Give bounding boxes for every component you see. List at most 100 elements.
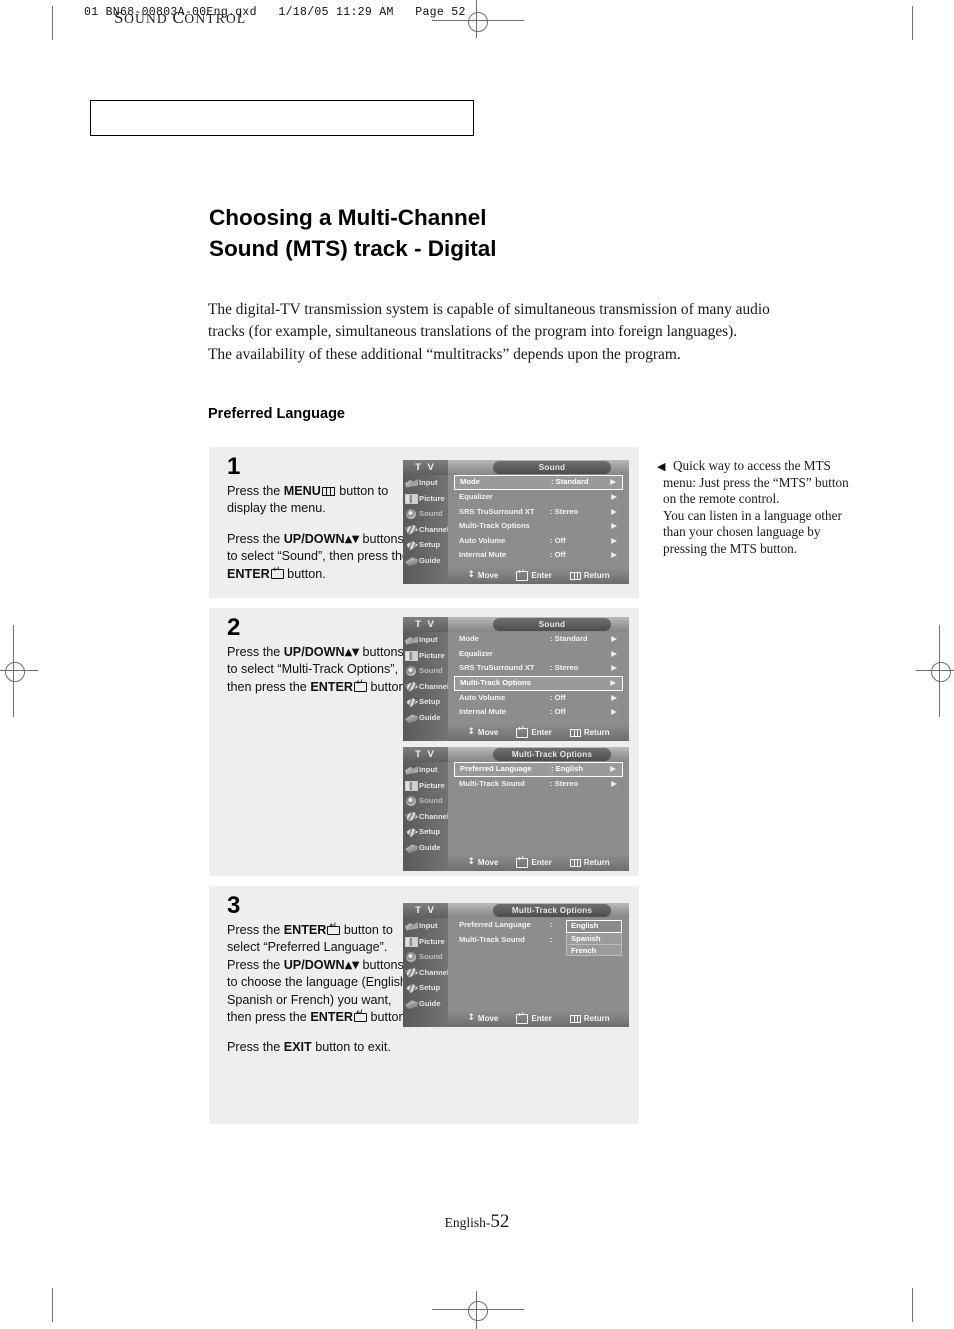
tv-menu-row[interactable]: Internal Mute: Off ▶	[454, 548, 623, 563]
bottom-move: ↕ Move	[467, 728, 498, 738]
picture-icon	[405, 780, 418, 791]
sidebar-item-picture[interactable]: Picture	[403, 648, 448, 664]
updown-button-label: UP/DOWN	[283, 957, 345, 972]
sidebar-label-input: Input	[419, 921, 438, 930]
bottom-enter: Enter	[516, 568, 552, 581]
up-down-arrows-icon: ↕	[467, 1013, 475, 1023]
intro-paragraph: The digital-TV transmission system is ca…	[208, 299, 808, 366]
sidebar-item-input[interactable]: Input	[403, 762, 448, 778]
setup-icon	[405, 983, 418, 993]
row-label: Internal Mute	[459, 707, 507, 716]
row-label: Multi-Track Sound	[459, 934, 525, 944]
tv-menu-row[interactable]: Mode: Standard ▶	[454, 632, 623, 647]
sidebar-item-sound[interactable]: Sound	[403, 663, 448, 679]
sidebar-item-guide[interactable]: Guide	[403, 710, 448, 726]
sidebar-label-sound: Sound	[419, 952, 443, 962]
sidebar-label-guide: Guide	[419, 712, 441, 722]
sidebar-item-sound[interactable]: Sound	[403, 793, 448, 809]
step-2-text-a: Press the	[227, 645, 284, 659]
sidebar-item-guide[interactable]: Guide	[403, 553, 448, 569]
exit-button-label: EXIT	[283, 1040, 312, 1055]
tv-sidebar: Input Picture Sound Channel Setup Guide	[403, 762, 449, 871]
tv-menu-row[interactable]: Multi-Track Options ▶	[454, 519, 623, 534]
tv-menu-row[interactable]: SRS TruSurround XT: Stereo ▶	[454, 661, 623, 676]
up-down-arrows-icon: ↕	[467, 570, 475, 580]
sidebar-item-input[interactable]: Input	[403, 918, 448, 934]
language-dropdown-list[interactable]: English Spanish French	[566, 920, 622, 956]
tv-menu-row[interactable]: Mode: Standard ▶	[454, 475, 623, 490]
tv-menu-sound-mode: T V Sound Input Picture Sound Channel Se…	[403, 460, 629, 584]
tv-menu-row[interactable]: Internal Mute: Off ▶	[454, 705, 623, 720]
picture-icon	[405, 493, 418, 504]
sidebar-item-guide[interactable]: Guide	[403, 840, 448, 856]
chevron-right-icon: ▶	[610, 764, 616, 773]
tv-menu-body: Preferred Language: English ▶ Multi-Track…	[448, 762, 629, 854]
tv-menu-title: Multi-Track Options	[493, 748, 611, 761]
sidebar-item-channel[interactable]: Channel	[403, 965, 449, 981]
tv-menu-row[interactable]: Equalizer ▶	[454, 490, 623, 505]
side-note-line-3: on the remote control.	[663, 491, 780, 507]
tv-menu-row[interactable]: Multi-Track Options ▶	[454, 675, 623, 691]
row-value: : Stereo	[550, 779, 579, 788]
sidebar-item-channel[interactable]: Channel	[403, 809, 449, 825]
sidebar-item-channel[interactable]: Channel	[403, 522, 449, 538]
sidebar-item-channel[interactable]: Channel	[403, 679, 449, 695]
row-label: Multi-Track Sound	[459, 779, 525, 788]
tv-menu-row[interactable]: SRS TruSurround XT: Stereo ▶	[454, 505, 623, 520]
sidebar-label-guide: Guide	[419, 842, 441, 852]
menu-icon	[569, 728, 581, 737]
setup-icon	[405, 697, 418, 707]
tv-menu-row[interactable]: Auto Volume: Off ▶	[454, 534, 623, 549]
language-option-english[interactable]: English	[566, 920, 622, 933]
section-title-ound: OUND	[124, 11, 173, 26]
sidebar-item-sound[interactable]: Sound	[403, 949, 448, 965]
section-title-box	[90, 100, 474, 136]
footer-language-label: English-	[444, 1215, 491, 1230]
tv-menu-multitrack-options: T V Multi-Track Options Input Picture So…	[403, 747, 629, 871]
sidebar-item-setup[interactable]: Setup	[403, 980, 448, 996]
tv-menu-row[interactable]: Multi-Track Sound: Stereo ▶	[454, 777, 623, 792]
sound-icon	[406, 666, 416, 677]
enter-icon	[354, 1009, 367, 1023]
row-label: Equalizer	[459, 648, 493, 658]
tv-menu-row[interactable]: Equalizer ▶	[454, 647, 623, 662]
sidebar-item-setup[interactable]: Setup	[403, 694, 448, 710]
sidebar-item-setup[interactable]: Setup	[403, 537, 448, 553]
step-2-paragraph-1: Press the UP/DOWN▲▼ buttons to select “M…	[227, 644, 417, 696]
sidebar-label-sound: Sound	[419, 796, 443, 806]
tv-bottom-bar: ↕Move Enter Return	[448, 1010, 629, 1027]
tv-logo: T V	[403, 460, 448, 475]
bottom-enter-label: Enter	[531, 728, 552, 737]
sidebar-item-picture[interactable]: Picture	[403, 491, 448, 507]
sidebar-item-input[interactable]: Input	[403, 632, 448, 648]
tv-menu-row[interactable]: Preferred Language: English ▶	[454, 762, 623, 777]
chevron-right-icon: ▶	[611, 634, 617, 643]
step-number-2: 2	[227, 614, 241, 641]
sidebar-item-picture[interactable]: Picture	[403, 934, 448, 950]
tv-sidebar: Input Picture Sound Channel Setup Guide	[403, 918, 449, 1027]
bottom-move-label: Move	[477, 858, 499, 867]
bottom-enter-label: Enter	[531, 571, 552, 580]
sidebar-label-setup: Setup	[419, 697, 441, 707]
step-1-text-c: Press the	[227, 531, 284, 546]
sidebar-item-input[interactable]: Input	[403, 475, 448, 491]
channel-icon	[405, 524, 418, 535]
bottom-move: ↕ Move	[467, 1013, 498, 1024]
enter-button-label: ENTER	[310, 679, 353, 694]
sidebar-item-picture[interactable]: Picture	[403, 778, 448, 794]
language-option-spanish[interactable]: Spanish	[566, 933, 622, 945]
bottom-enter: Enter	[516, 1011, 552, 1024]
bottom-enter-label: Enter	[531, 858, 552, 867]
sidebar-item-sound[interactable]: Sound	[403, 506, 448, 522]
chevron-right-icon: ▶	[611, 692, 617, 702]
tv-menu-row[interactable]: Auto Volume: Off ▶	[454, 691, 623, 706]
sidebar-item-setup[interactable]: Setup	[403, 824, 448, 840]
tv-logo: T V	[403, 617, 448, 632]
guide-icon	[405, 1000, 418, 1009]
tv-bottom-bar: ↕Move Enter Return	[448, 567, 629, 584]
language-option-french[interactable]: French	[566, 944, 622, 956]
sidebar-item-guide[interactable]: Guide	[403, 996, 448, 1012]
sidebar-label-guide: Guide	[419, 998, 441, 1008]
sound-icon	[406, 796, 416, 807]
bottom-return-label: Return	[583, 571, 610, 580]
